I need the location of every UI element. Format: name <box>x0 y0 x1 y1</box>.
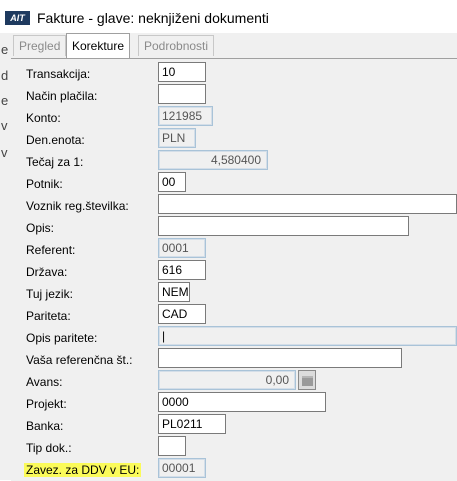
avans-label: Avans: <box>26 375 63 389</box>
opis-paritete-field[interactable]: | <box>158 326 457 346</box>
den-enota-label: Den.enota: <box>26 133 85 147</box>
app-logo-icon: AIT <box>5 11 30 25</box>
referent-label: Referent: <box>26 243 76 257</box>
opis-label: Opis: <box>26 221 55 235</box>
tecaj-field: 4,580400 <box>158 150 268 170</box>
banka-label: Banka: <box>26 419 64 433</box>
potnik-input[interactable]: 00 <box>158 172 186 192</box>
tab-podrobnosti[interactable]: Podrobnosti <box>138 35 215 56</box>
avans-field: 0,00 <box>158 370 296 390</box>
korekture-panel: Transakcija: 10 Način plačila: Konto: 12… <box>11 58 457 481</box>
tip-dok-label: Tip dok.: <box>26 441 72 455</box>
vasa-ref-input[interactable] <box>158 348 402 368</box>
background-text: e <box>1 93 9 108</box>
referent-field: 0001 <box>158 238 206 258</box>
drzava-input[interactable]: 616 <box>158 260 206 280</box>
tecaj-label: Tečaj za 1: <box>26 155 84 169</box>
zavez-ddv-label: Zavez. za DDV v EU: <box>24 463 142 477</box>
konto-label: Konto: <box>26 111 61 125</box>
background-text: d <box>1 68 9 83</box>
konto-field: 121985 <box>158 106 213 126</box>
transakcija-input[interactable]: 10 <box>158 62 206 82</box>
background-text: v <box>1 118 8 133</box>
den-enota-field: PLN <box>158 128 196 148</box>
background-text: v <box>1 145 8 160</box>
transakcija-label: Transakcija: <box>26 67 91 81</box>
tuj-jezik-input[interactable]: NEM <box>158 282 190 302</box>
tuj-jezik-label: Tuj jezik: <box>26 287 73 301</box>
title-bar: AIT Fakture - glave: neknjiženi dokument… <box>0 0 457 33</box>
nacin-placila-input[interactable] <box>158 84 206 104</box>
tab-strip: Pregled Korekture Podrobnosti <box>11 33 457 59</box>
voznik-input[interactable] <box>158 194 457 214</box>
background-text: e <box>1 42 9 57</box>
projekt-input[interactable]: 0000 <box>158 392 326 412</box>
voznik-label: Voznik reg.številka: <box>26 199 129 213</box>
tab-pregled[interactable]: Pregled <box>13 35 67 56</box>
pariteta-label: Pariteta: <box>26 309 71 323</box>
projekt-label: Projekt: <box>26 397 67 411</box>
pariteta-input[interactable]: CAD <box>158 304 206 324</box>
drzava-label: Država: <box>26 265 68 279</box>
nacin-placila-label: Način plačila: <box>26 89 98 103</box>
banka-input[interactable]: PL0211 <box>158 414 226 434</box>
tab-korekture[interactable]: Korekture <box>66 33 131 59</box>
folder-icon[interactable] <box>298 370 316 390</box>
potnik-label: Potnik: <box>26 177 63 191</box>
opis-paritete-label: Opis paritete: <box>26 331 98 345</box>
tip-dok-input[interactable] <box>158 436 186 456</box>
opis-input[interactable] <box>158 216 409 236</box>
window-title: Fakture - glave: neknjiženi dokumenti <box>37 10 269 26</box>
zavez-ddv-field: 00001 <box>158 458 206 478</box>
vasa-ref-label: Vaša referenčna št.: <box>26 353 133 367</box>
zavez-ddv-highlight: Zavez. za DDV v EU: <box>24 463 142 477</box>
